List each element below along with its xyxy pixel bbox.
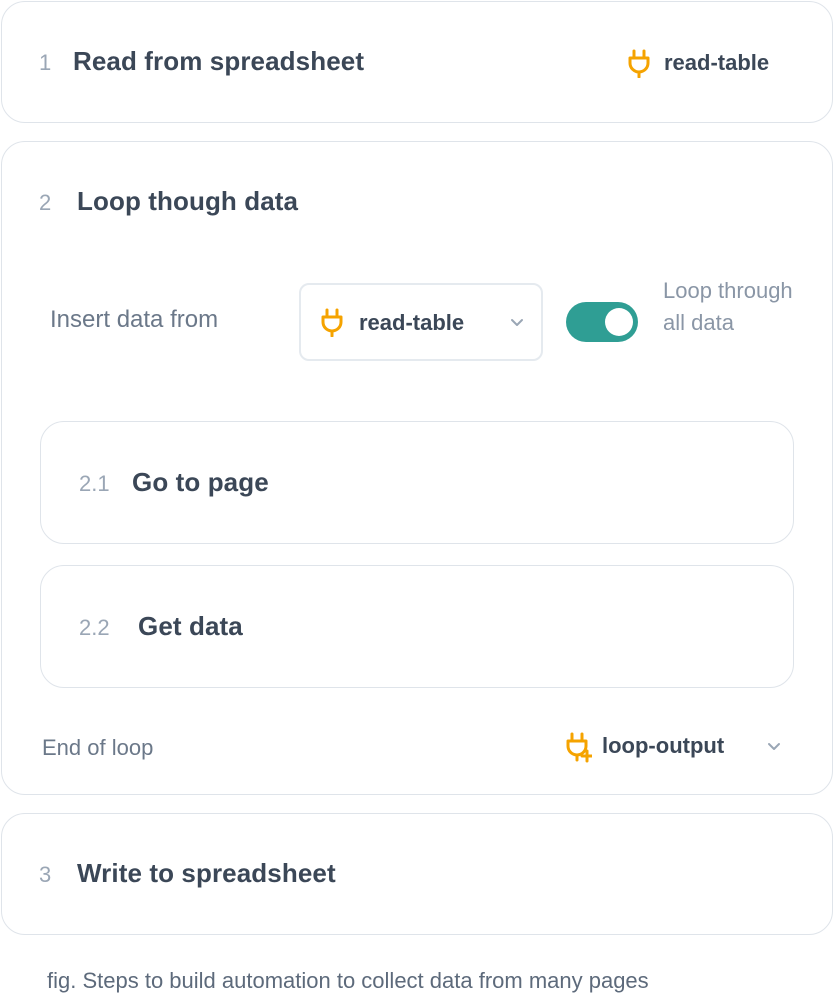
loop-output-select[interactable]: loop-output (560, 727, 790, 767)
toggle-knob (605, 308, 633, 336)
chevron-down-icon (511, 319, 523, 326)
step-title: Read from spreadsheet (73, 46, 365, 76)
step-title: Write to spreadsheet (77, 858, 336, 888)
insert-data-label: Insert data from (50, 306, 219, 333)
step-title: Loop though data (77, 186, 299, 216)
step-card-3[interactable]: 3 Write to spreadsheet (1, 813, 833, 935)
step-output-label: read-table (664, 50, 770, 75)
chevron-down-icon (768, 743, 780, 750)
step-card-1[interactable]: 1 Read from spreadsheet read-table (1, 1, 833, 123)
step-number: 2 (39, 190, 52, 215)
loop-output-value: loop-output (602, 733, 725, 758)
figure-caption: fig. Steps to build automation to collec… (47, 968, 649, 993)
loop-all-toggle[interactable] (566, 302, 638, 342)
substep-number: 2.1 (79, 471, 110, 496)
insert-data-select-value: read-table (359, 310, 465, 335)
step-number: 1 (39, 50, 52, 75)
substep-title: Get data (138, 611, 243, 641)
plug-add-icon (566, 732, 592, 763)
substep-card-2-1[interactable]: 2.1 Go to page (40, 421, 794, 544)
plug-icon (628, 49, 650, 78)
step-card-2[interactable]: 2 Loop though data Insert data from read… (1, 141, 833, 795)
end-of-loop-label: End of loop (42, 735, 154, 760)
plug-icon (321, 308, 343, 337)
loop-all-label: Loop through all data (663, 278, 793, 335)
step-number: 3 (39, 862, 52, 887)
substep-card-2-2[interactable]: 2.2 Get data (40, 565, 794, 688)
insert-data-select[interactable]: read-table (299, 283, 543, 361)
substep-title: Go to page (132, 467, 269, 497)
substep-number: 2.2 (79, 615, 110, 640)
